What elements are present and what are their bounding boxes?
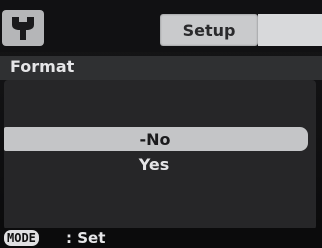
setup-tab-icon[interactable]: [2, 10, 44, 46]
option-no[interactable]: -No: [0, 130, 316, 149]
menu-title: Format: [10, 57, 75, 76]
tab-setup-label: Setup: [182, 20, 236, 40]
wrench-icon: [12, 17, 34, 40]
option-yes[interactable]: Yes: [0, 155, 315, 174]
camera-screen: Setup Format -No Yes MODE : Set: [0, 0, 322, 248]
set-action-label: : Set: [66, 229, 106, 247]
tab-setup[interactable]: Setup: [160, 14, 258, 46]
footer-bar: [0, 228, 322, 248]
tab-strip: [258, 14, 322, 46]
mode-button[interactable]: MODE: [4, 230, 39, 246]
